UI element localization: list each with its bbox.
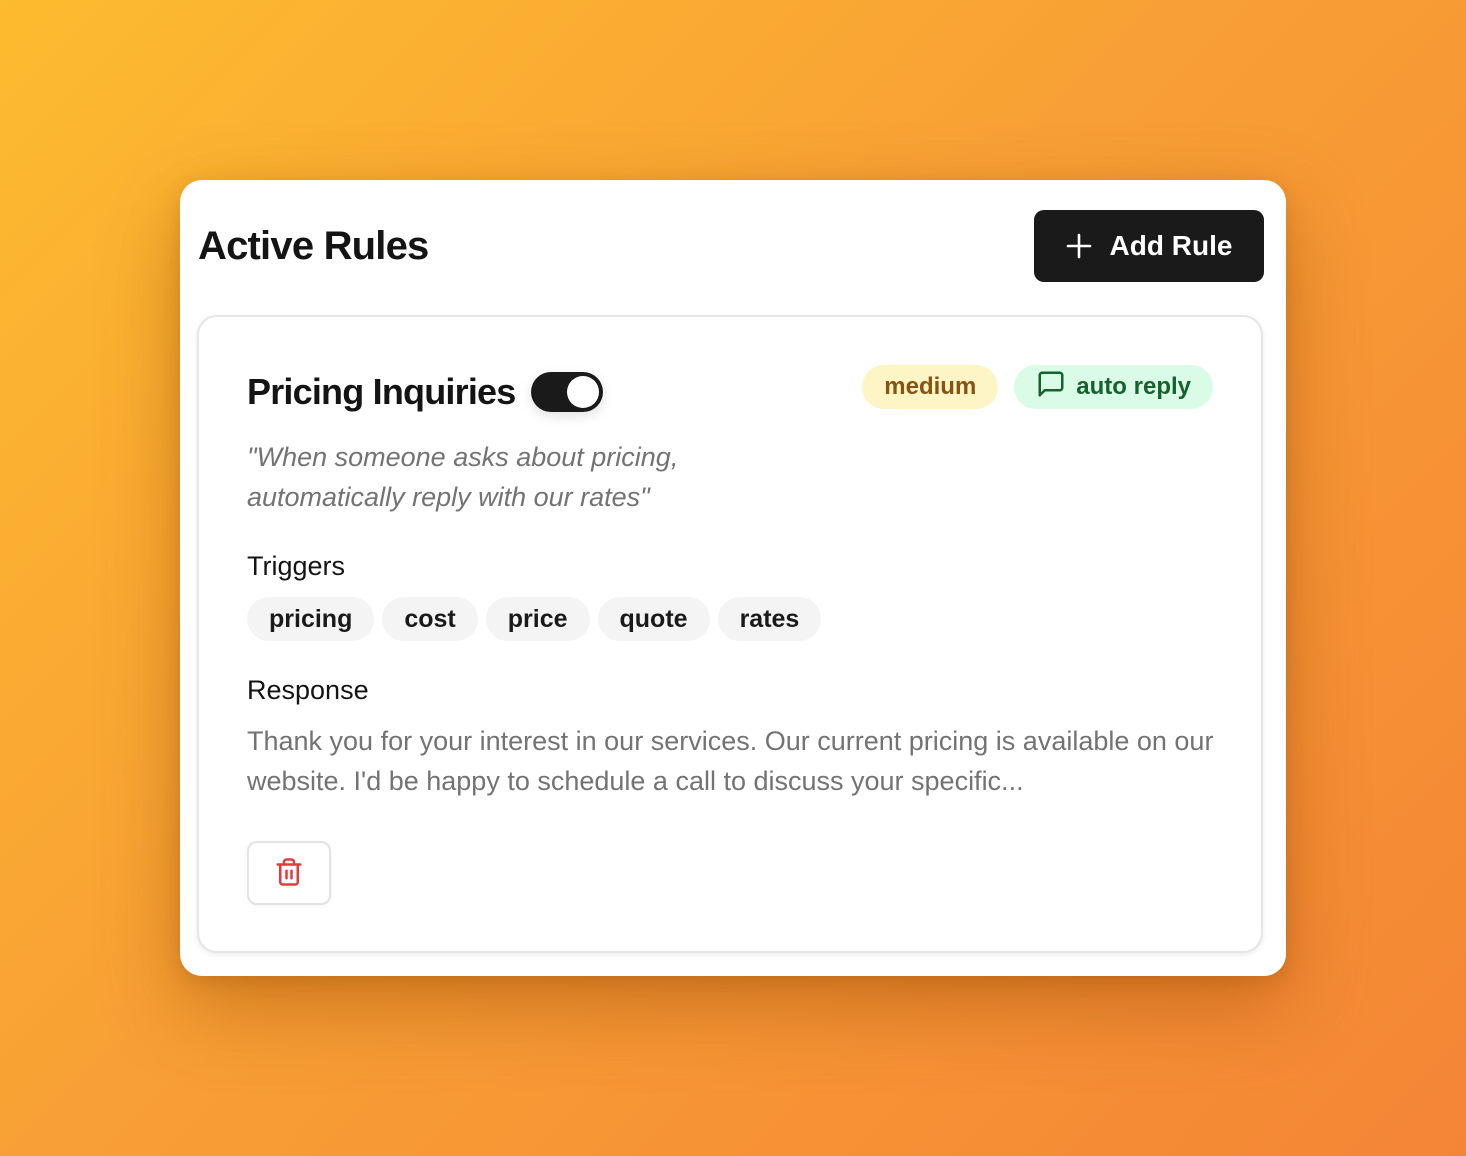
trigger-chips: pricing cost price quote rates [247,597,822,641]
triggers-label: Triggers [247,551,346,581]
rule-name: Pricing Inquiries [247,371,516,412]
rule-description: "When someone asks about pricing, automa… [247,442,679,512]
trigger-chip: cost [382,597,478,641]
trigger-chip: pricing [247,597,375,641]
response-text: Thank you for your interest in our servi… [247,726,1214,796]
rule-card: Pricing Inquiries medium auto reply "Whe… [197,315,1263,953]
trigger-chip: quote [597,597,710,641]
rule-header: Pricing Inquiries [247,371,604,413]
rule-enabled-toggle[interactable] [531,372,604,412]
panel-title: Active Rules [198,224,429,268]
rule-badges: medium auto reply [862,365,1213,409]
plus-icon [1066,233,1092,259]
message-square-icon [1036,369,1066,406]
add-rule-label: Add Rule [1109,230,1233,261]
priority-badge: medium [862,365,999,409]
add-rule-button[interactable]: Add Rule [1034,210,1264,282]
response-label: Response [247,675,369,705]
active-rules-panel: Active Rules Add Rule Pricing Inquiries … [180,180,1286,976]
trigger-chip: rates [717,597,822,641]
toggle-knob [567,376,600,408]
trigger-chip: price [485,597,590,641]
action-badge-label: auto reply [1076,373,1191,400]
action-badge: auto reply [1014,365,1213,409]
trash-icon [274,856,304,891]
delete-rule-button[interactable] [247,841,331,905]
